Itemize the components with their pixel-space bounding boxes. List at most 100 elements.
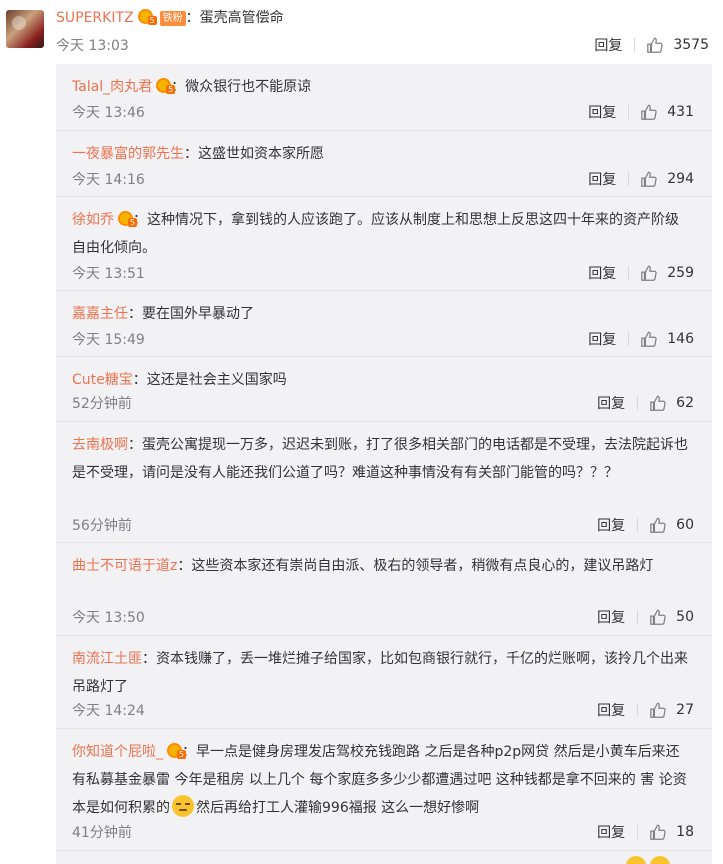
reply-button[interactable]: 回复 (597, 515, 625, 535)
reply-username[interactable]: Cute糖宝 (72, 372, 133, 388)
reply-time: 56分钟前 (72, 518, 132, 534)
thumbs-up-icon (641, 331, 657, 347)
thumbs-up-icon (641, 265, 657, 281)
reply-actions: 回复 146 (588, 329, 694, 349)
divider (637, 518, 639, 532)
reply-button[interactable]: 回复 (588, 102, 616, 122)
top-comment-line: SUPERKITZ 铁粉：蛋壳高管偿命 (56, 8, 284, 28)
reply-item: 去南极啊：蛋壳公寓提现一万多，迟迟未到账，打了很多相关部门的电话都是不受理，去法… (56, 422, 712, 543)
reply-item: 曲士不可语于道z：这些资本家还有崇尚自由派、极右的领导者，稍微有点良心的，建议吊… (56, 543, 712, 636)
sweat-face-emoji-icon (172, 795, 194, 817)
reply-actions: 回复 27 (597, 700, 694, 720)
reply-text: 这还是社会主义国家吗 (146, 372, 287, 388)
reply-button[interactable]: 回复 (588, 263, 616, 283)
reply-actions: 回复 294 (588, 169, 694, 189)
reply-item: 徐如乔：这种情况下，拿到钱的人应该跑了。应该从制度上和思想上反思这四十年来的资产… (56, 197, 712, 291)
thumbs-up-icon (647, 37, 664, 53)
like-button[interactable]: 18 (649, 823, 694, 841)
like-button[interactable]: 62 (649, 394, 694, 412)
reply-username[interactable]: Talal_肉丸君 (72, 79, 152, 95)
top-comment-text: 蛋壳高管偿命 (199, 10, 284, 26)
reply-text-line: 曲士不可语于道z：这些资本家还有崇尚自由派、极右的领导者，稍微有点良心的，建议吊… (72, 552, 692, 580)
divider (628, 172, 630, 186)
reply-actions: 回复 62 (597, 393, 694, 413)
divider (628, 332, 630, 346)
like-count: 3575 (673, 37, 709, 53)
reply-button[interactable]: 回复 (588, 169, 616, 189)
thumbs-up-icon (650, 609, 666, 625)
reply-actions: 回复 50 (597, 607, 694, 627)
like-button[interactable]: 146 (640, 330, 694, 348)
like-button[interactable]: 3575 (646, 36, 709, 54)
reply-username[interactable]: 一夜暴富的郭先生 (72, 146, 184, 162)
top-comment-time: 今天 13:03 (56, 38, 129, 54)
reply-text-line: 徐如乔：这种情况下，拿到钱的人应该跑了。应该从制度上和思想上反思这四十年来的资产… (72, 206, 692, 262)
reply-username[interactable]: 你知道个屁啦_ (72, 744, 163, 760)
reply-item: 一夜暴富的郭先生：这盛世如资本家所愿 今天 14:16 回复 294 (56, 131, 712, 197)
thumbs-up-icon (650, 702, 666, 718)
reply-actions: 回复 431 (588, 102, 694, 122)
reply-button[interactable]: 回复 (588, 329, 616, 349)
thumbs-up-icon (650, 824, 666, 840)
top-comment-username[interactable]: SUPERKITZ (56, 10, 134, 26)
reply-text-line: 去南极啊：蛋壳公寓提现一万多，迟迟未到账，打了很多相关部门的电话都是不受理，去法… (72, 431, 692, 487)
reply-text-line: Talal_肉丸君：微众银行也不能原谅 (72, 73, 692, 101)
colon: ： (184, 146, 198, 162)
like-count: 146 (667, 331, 694, 347)
like-count: 62 (676, 395, 694, 411)
divider (637, 703, 639, 717)
like-button[interactable]: 60 (649, 516, 694, 534)
reply-actions: 回复 259 (588, 263, 694, 283)
thumbs-up-icon (650, 517, 666, 533)
reply-time: 今天 14:16 (72, 172, 145, 188)
colon: ： (142, 651, 156, 667)
reply-button[interactable]: 回复 (597, 607, 625, 627)
colon: ： (185, 10, 200, 26)
reply-username[interactable]: 曲士不可语于道z (72, 558, 177, 574)
like-count: 50 (676, 609, 694, 625)
reply-time: 今天 13:46 (72, 105, 145, 121)
like-count: 294 (667, 171, 694, 187)
reply-text-line: Cute糖宝：这还是社会主义国家吗 (72, 366, 692, 394)
reply-text: 资本钱赚了，丢一堆烂摊子给国家，比如包商银行就行，千亿的烂账啊，该拎几个出来吊路… (72, 651, 688, 695)
reply-time: 今天 14:24 (72, 703, 145, 719)
thumbs-up-icon (650, 395, 666, 411)
reply-time: 41分钟前 (72, 825, 132, 841)
like-count: 431 (667, 104, 694, 120)
like-button[interactable]: 294 (640, 170, 694, 188)
reply-item: Talal_肉丸君：微众银行也不能原谅 今天 13:46 回复 431 (56, 64, 712, 131)
reply-button[interactable]: 回复 (594, 35, 622, 55)
fan-badge[interactable]: 铁粉 (159, 11, 186, 26)
reply-time: 今天 15:49 (72, 332, 145, 348)
colon: ： (132, 372, 147, 388)
vip-badge-icon[interactable] (156, 78, 176, 94)
vip-badge-icon[interactable] (167, 743, 186, 759)
reply-username[interactable]: 嘉嘉主任 (72, 306, 128, 322)
like-button[interactable]: 50 (649, 608, 694, 626)
reply-actions: 回复 60 (597, 515, 694, 535)
like-button[interactable]: 27 (649, 701, 694, 719)
reply-item: 南流江土匪：资本钱赚了，丢一堆烂摊子给国家，比如包商银行就行，千亿的烂账啊，该拎… (56, 636, 712, 729)
reply-time: 今天 13:51 (72, 266, 145, 282)
vip-badge-icon[interactable] (118, 211, 137, 227)
top-comment: SUPERKITZ 铁粉：蛋壳高管偿命 今天 13:03 回复 3575 (0, 0, 723, 64)
reply-text-continued: 然后再给打工人灌输996福报 这么一想好惨啊 (196, 800, 480, 816)
reply-text-line: 嘉嘉主任：要在国外早暴动了 (72, 300, 692, 328)
reply-text-line: 你知道个屁啦_：早一点是健身房理发店驾校充钱跑路 之后是各种p2p网贷 然后是小… (72, 738, 692, 822)
reply-button[interactable]: 回复 (597, 822, 625, 842)
reply-item: Cute糖宝：这还是社会主义国家吗 52分钟前 回复 62 (56, 357, 712, 422)
reply-button[interactable]: 回复 (597, 393, 625, 413)
divider (628, 105, 630, 119)
like-button[interactable]: 259 (640, 264, 694, 282)
reply-username[interactable]: 徐如乔 (72, 212, 114, 228)
user-avatar[interactable] (6, 10, 44, 48)
reply-text: 这盛世如资本家所愿 (198, 146, 324, 162)
reply-username[interactable]: 去南极啊 (72, 437, 128, 453)
reply-item: 嘉嘉主任：要在国外早暴动了 今天 15:49 回复 146 (56, 291, 712, 357)
replies-list: Talal_肉丸君：微众银行也不能原谅 今天 13:46 回复 431 一夜暴富… (56, 64, 712, 864)
thumbs-up-icon (641, 171, 657, 187)
vip-badge-icon[interactable] (137, 9, 157, 25)
like-button[interactable]: 431 (640, 103, 694, 121)
reply-username[interactable]: 南流江土匪 (72, 651, 142, 667)
reply-button[interactable]: 回复 (597, 700, 625, 720)
